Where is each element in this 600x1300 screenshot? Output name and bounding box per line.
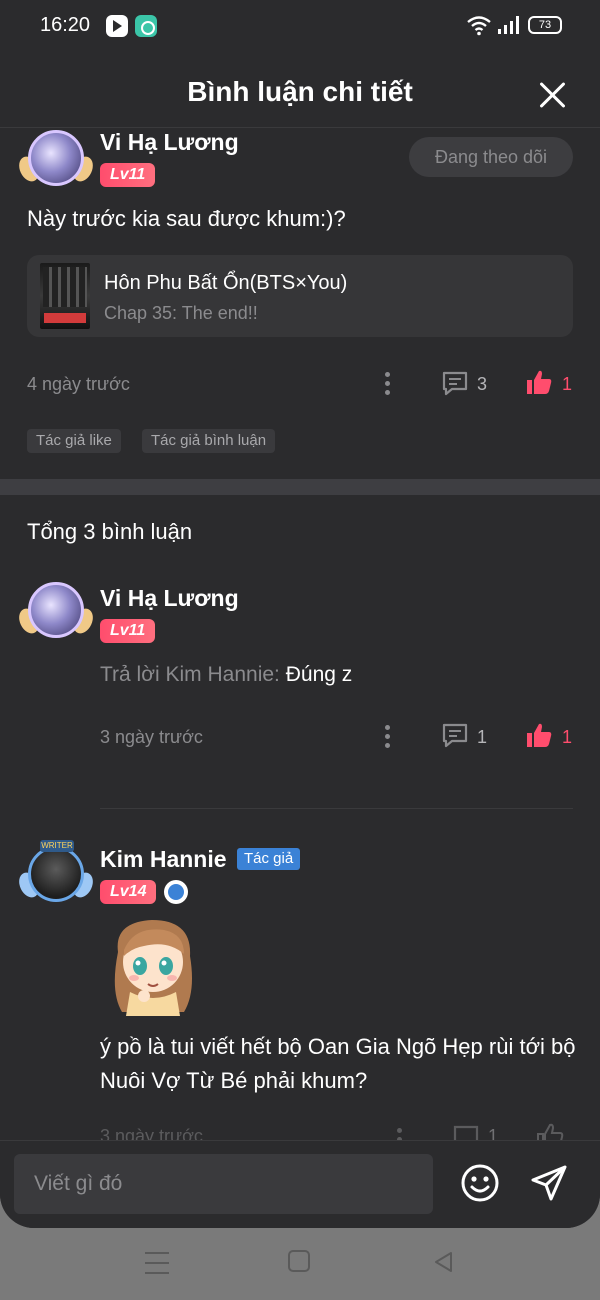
status-time: 16:20 (40, 14, 91, 36)
replies-count-title: Tổng 3 bình luận (27, 519, 193, 544)
reply-prefix: Trả lời Kim Hannie: (100, 663, 286, 686)
chip-author-like: Tác giả like (27, 429, 121, 453)
verified-icon (164, 880, 188, 904)
sticker-image (114, 920, 192, 1016)
level-badge: Lv11 (100, 163, 156, 187)
battery-indicator: 73 (528, 16, 562, 34)
reply-content: Đúng z (285, 663, 353, 686)
book-card[interactable]: Hôn Phu Bất Ổn(BTS×You) Chap 35: The end… (27, 255, 573, 337)
send-icon[interactable] (529, 1163, 569, 1203)
status-bar: 16:20 73 (0, 0, 600, 56)
author-tag: Tác giả (237, 848, 301, 870)
like-icon[interactable] (525, 368, 553, 396)
level-badge: Lv14 (100, 880, 157, 904)
reply-text: Trả lời Kim Hannie: Đúng z (100, 663, 352, 687)
section-divider (0, 479, 600, 495)
recent-apps-icon[interactable] (145, 1250, 169, 1276)
chip-author-comment: Tác giả bình luận (142, 429, 276, 453)
home-icon[interactable] (288, 1250, 310, 1272)
like-count: 1 (562, 374, 573, 394)
comment-icon[interactable] (441, 370, 469, 396)
reply-count: 1 (488, 1126, 499, 1140)
page-title: Bình luận chi tiết (187, 76, 413, 107)
reply-username[interactable]: Kim Hannie (100, 846, 227, 873)
like-icon[interactable] (536, 1122, 564, 1140)
comment-icon[interactable] (441, 722, 469, 748)
reply-count: 1 (477, 727, 488, 747)
app-screen: 16:20 73 Bình luận chi tiết Vi Hạ Lương … (0, 0, 600, 1228)
divider (100, 808, 573, 809)
more-icon[interactable] (384, 725, 392, 749)
system-nav-bar (0, 1228, 600, 1300)
comment-time: 3 ngày trước (100, 1126, 203, 1140)
back-icon[interactable] (432, 1250, 454, 1274)
wifi-icon (467, 16, 491, 36)
header: Bình luận chi tiết (0, 56, 600, 128)
reply-text: ý pồ là tui viết hết bộ Oan Gia Ngõ Hẹp … (100, 1034, 576, 1093)
chat-app-icon (135, 15, 157, 37)
like-icon[interactable] (525, 721, 553, 749)
comment-input-bar: Viết gì đó (0, 1140, 600, 1228)
video-app-icon (106, 15, 128, 37)
avatar[interactable] (15, 126, 97, 190)
main-comment-username[interactable]: Vi Hạ Lương (100, 129, 239, 156)
book-title: Hôn Phu Bất Ổn(BTS×You) (104, 272, 348, 294)
comment-input[interactable]: Viết gì đó (14, 1154, 433, 1214)
more-icon[interactable] (384, 372, 392, 396)
comment-time: 4 ngày trước (27, 374, 130, 394)
book-chapter: Chap 35: The end!! (104, 303, 258, 323)
avatar[interactable] (15, 578, 97, 642)
partial-meta-row: 3 ngày trước 1 (0, 1122, 600, 1140)
reply-username[interactable]: Vi Hạ Lương (100, 585, 239, 612)
reply-count: 3 (477, 374, 488, 394)
like-count: 1 (562, 727, 573, 747)
comment-time: 3 ngày trước (100, 727, 203, 747)
writer-badge: WRITER (40, 840, 74, 852)
emoji-icon[interactable] (460, 1163, 500, 1203)
book-cover-image (40, 263, 90, 329)
more-icon[interactable] (396, 1128, 404, 1140)
signal-icon (498, 16, 519, 34)
main-comment-text: Này trước kia sau được khum:)? (27, 206, 346, 231)
close-icon[interactable] (536, 78, 570, 112)
comment-icon[interactable] (452, 1124, 480, 1140)
follow-button[interactable]: Đang theo dõi (409, 137, 573, 177)
avatar[interactable]: WRITER (15, 840, 97, 906)
level-badge: Lv11 (100, 619, 156, 643)
